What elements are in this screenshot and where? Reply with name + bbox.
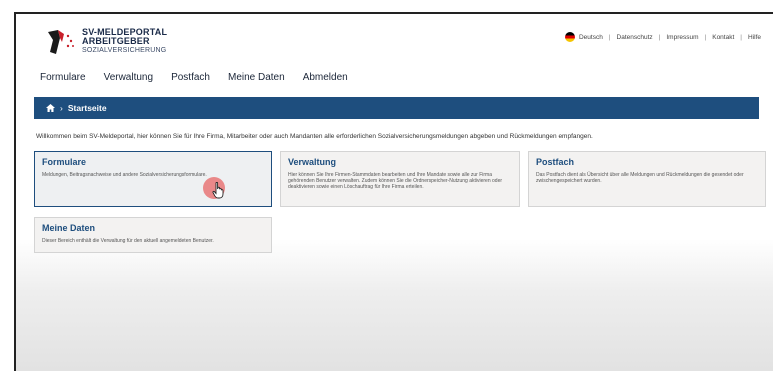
chevron-right-icon: ›: [60, 103, 63, 113]
background-fade: [16, 239, 773, 371]
card-description: Hier können Sie Ihre Firmen-Stammdaten b…: [288, 172, 503, 190]
browser-viewport: SV-MELDEPORTAL ARBEITGEBER SOZIALVERSICH…: [14, 12, 773, 371]
main-navigation: Formulare Verwaltung Postfach Meine Date…: [40, 72, 366, 83]
german-flag-icon: [564, 32, 575, 42]
language-selector[interactable]: Deutsch: [579, 34, 603, 41]
card-title: Meine Daten: [42, 223, 96, 233]
link-datenschutz[interactable]: Datenschutz: [617, 34, 653, 41]
card-title: Verwaltung: [288, 157, 337, 167]
nav-item-formulare[interactable]: Formulare: [40, 72, 86, 83]
nav-item-meine-daten[interactable]: Meine Daten: [228, 72, 285, 83]
hand-cursor-icon: [212, 182, 224, 199]
intro-text: Willkommen beim SV-Meldeportal, hier kön…: [36, 133, 593, 140]
separator: |: [658, 33, 661, 41]
eagle-logo-icon: [44, 28, 78, 58]
separator: |: [740, 33, 742, 41]
separator: |: [608, 33, 611, 41]
home-icon[interactable]: [46, 104, 55, 112]
sv-meldeportal-logo[interactable]: SV-MELDEPORTAL ARBEITGEBER SOZIALVERSICH…: [44, 28, 167, 58]
logo-subtitle: ARBEITGEBER: [82, 36, 150, 46]
card-title: Formulare: [42, 157, 87, 167]
card-description: Das Postfach dient als Übersicht über al…: [536, 172, 744, 184]
nav-item-abmelden[interactable]: Abmelden: [303, 72, 348, 83]
nav-item-postfach[interactable]: Postfach: [171, 72, 210, 83]
separator: |: [704, 33, 707, 41]
card-description: Meldungen, Beitragsnachweise und andere …: [42, 172, 207, 178]
card-meine-daten[interactable]: Meine Daten Dieser Bereich enthält die V…: [34, 217, 272, 253]
breadcrumb: › Startseite: [34, 97, 759, 119]
card-description: Dieser Bereich enthält die Verwaltung fü…: [42, 238, 214, 244]
logo-tagline: SOZIALVERSICHERUNG: [82, 47, 167, 54]
card-verwaltung[interactable]: Verwaltung Hier können Sie Ihre Firmen-S…: [280, 151, 520, 207]
link-impressum[interactable]: Impressum: [666, 34, 698, 41]
card-formulare[interactable]: Formulare Meldungen, Beitragsnachweise u…: [34, 151, 272, 207]
link-hilfe[interactable]: Hilfe: [748, 34, 761, 41]
meta-navigation: Deutsch | Datenschutz | Impressum | Kont…: [564, 32, 761, 42]
breadcrumb-current: Startseite: [67, 103, 107, 113]
nav-item-verwaltung[interactable]: Verwaltung: [104, 72, 153, 83]
card-postfach[interactable]: Postfach Das Postfach dient als Übersich…: [528, 151, 766, 207]
link-kontakt[interactable]: Kontakt: [712, 34, 734, 41]
card-title: Postfach: [536, 157, 575, 167]
